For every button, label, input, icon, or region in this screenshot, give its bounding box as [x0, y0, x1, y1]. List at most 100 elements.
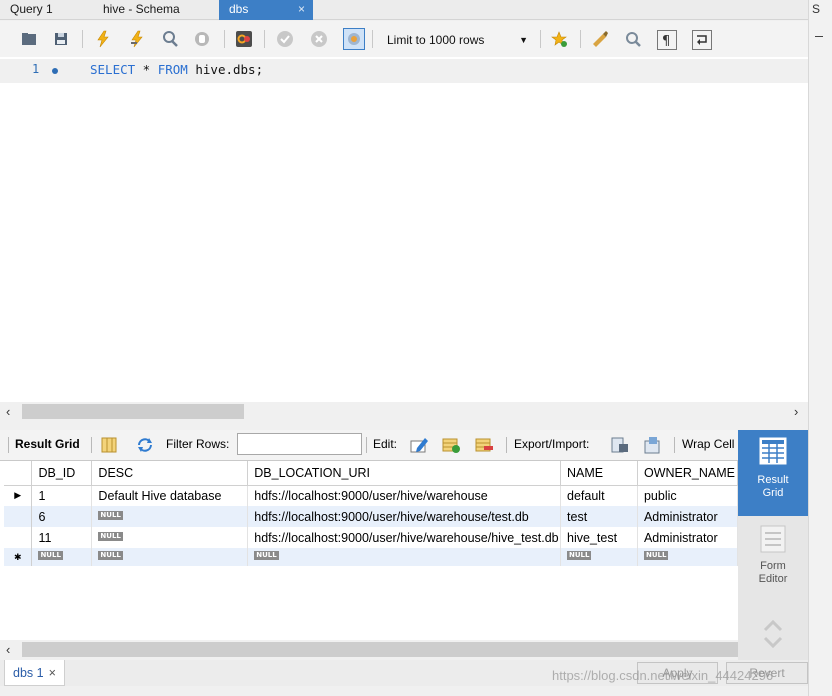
sql-statement[interactable]: SELECT * FROM hive.dbs; — [90, 62, 263, 77]
result-tab-dbs-1[interactable]: dbs 1 × — [4, 660, 65, 686]
invisible-chars-icon[interactable]: ¶ — [657, 30, 677, 50]
limit-rows-select[interactable]: Limit to 1000 rows ▼ — [380, 30, 540, 50]
null-badge: NULL — [98, 510, 123, 520]
editor-horizontal-scrollbar[interactable]: ‹ › — [0, 402, 808, 421]
word-wrap-icon[interactable] — [692, 30, 712, 50]
table-cell[interactable]: public — [637, 485, 739, 506]
column-header-db-id[interactable]: DB_ID — [31, 461, 93, 486]
open-folder-icon[interactable] — [20, 30, 38, 48]
table-cell[interactable]: 1 — [31, 485, 93, 506]
scrollbar-thumb[interactable] — [22, 404, 244, 419]
result-tab-label: dbs 1 — [13, 666, 44, 680]
line-number: 1 — [32, 62, 40, 76]
table-cell[interactable]: Administrator — [637, 527, 739, 548]
add-row-icon[interactable] — [441, 435, 461, 455]
filter-rows-input[interactable] — [237, 433, 362, 455]
result-grid: DB_ID DESC DB_LOCATION_URI NAME OWNER_NA… — [0, 460, 739, 640]
table-reference: hive.dbs; — [187, 62, 264, 77]
commit-icon[interactable] — [276, 30, 294, 48]
toolbar-separator — [264, 30, 265, 48]
close-tab-icon[interactable]: × — [298, 0, 305, 19]
scroll-left-icon[interactable]: ‹ — [6, 642, 10, 657]
toggle-error-icon[interactable] — [235, 30, 253, 48]
stop-icon[interactable] — [193, 30, 211, 48]
tab-hive-schema[interactable]: hive - Schema — [95, 0, 219, 20]
bookmark-icon[interactable] — [550, 30, 568, 48]
grid-icon — [758, 436, 788, 466]
new-row[interactable]: ✱ NULL NULL NULL NULL NULL — [4, 548, 739, 566]
edit-label: Edit: — [373, 437, 398, 451]
side-panel-dash — [815, 36, 823, 37]
form-editor-view-label: Form Editor — [758, 560, 788, 585]
table-cell[interactable]: Administrator — [637, 506, 739, 527]
result-grid-view-label: Result Grid — [757, 474, 789, 499]
statement-marker-icon — [52, 68, 58, 74]
select-star: * — [135, 62, 158, 77]
chevron-down-icon: ▼ — [519, 35, 528, 45]
sql-editor[interactable]: 1 SELECT * FROM hive.dbs; — [0, 57, 808, 402]
result-grid-view-button[interactable]: Result Grid — [738, 430, 808, 516]
table-cell[interactable]: NULL — [31, 548, 93, 566]
null-badge: NULL — [567, 551, 592, 560]
scroll-right-icon[interactable]: › — [794, 404, 798, 419]
table-cell[interactable]: NULL — [91, 548, 249, 566]
table-cell[interactable]: NULL — [91, 527, 249, 548]
table-header-row: DB_ID DESC DB_LOCATION_URI NAME OWNER_NA… — [4, 461, 739, 486]
refresh-icon[interactable] — [135, 435, 155, 455]
table-cell[interactable]: hive_test — [560, 527, 638, 548]
panel-scroll-icon[interactable] — [761, 616, 785, 652]
table-cell[interactable]: hdfs://localhost:9000/user/hive/warehous… — [247, 506, 562, 527]
table-cell[interactable]: hdfs://localhost:9000/user/hive/warehous… — [247, 485, 562, 506]
find-icon[interactable] — [624, 30, 642, 48]
sql-editor-toolbar: Limit to 1000 rows ▼ ¶ — [0, 21, 808, 57]
toolbar-separator — [366, 437, 367, 453]
toolbar-separator — [82, 30, 83, 48]
row-header — [4, 506, 33, 527]
table-cell[interactable]: NULL — [637, 548, 739, 566]
table-cell[interactable]: test — [560, 506, 638, 527]
table-cell[interactable]: 11 — [31, 527, 93, 548]
table-cell[interactable]: 6 — [31, 506, 93, 527]
form-icon — [758, 524, 788, 554]
column-header-owner-name[interactable]: OWNER_NAME — [637, 461, 739, 486]
export-import-label: Export/Import: — [514, 437, 590, 451]
table-row[interactable]: 6 NULL hdfs://localhost:9000/user/hive/w… — [4, 506, 739, 527]
import-icon[interactable] — [643, 435, 663, 455]
column-header-db-location-uri[interactable]: DB_LOCATION_URI — [247, 461, 562, 486]
close-icon[interactable]: × — [49, 666, 56, 680]
tab-dbs[interactable]: dbs × — [219, 0, 313, 20]
scroll-left-icon[interactable]: ‹ — [6, 404, 10, 419]
table-cell[interactable]: NULL — [247, 548, 562, 566]
table-cell[interactable]: Default Hive database — [91, 485, 249, 506]
autocommit-icon[interactable] — [343, 28, 365, 50]
rollback-icon[interactable] — [310, 30, 328, 48]
form-editor-view-button[interactable]: Form Editor — [738, 522, 808, 592]
beautify-icon[interactable] — [591, 30, 609, 48]
table-row[interactable]: 11 NULL hdfs://localhost:9000/user/hive/… — [4, 527, 739, 548]
table-row[interactable]: ▶ 1 Default Hive database hdfs://localho… — [4, 485, 739, 506]
row-header — [4, 527, 33, 548]
result-view-panel: Result Grid Form Editor — [738, 430, 808, 660]
column-header-desc[interactable]: DESC — [91, 461, 249, 486]
execute-current-icon[interactable] — [128, 30, 146, 48]
grid-horizontal-scrollbar[interactable]: ‹ — [0, 640, 738, 659]
execute-icon[interactable] — [94, 30, 112, 48]
explain-icon[interactable] — [161, 30, 179, 48]
save-icon[interactable] — [52, 30, 70, 48]
column-header-name[interactable]: NAME — [560, 461, 638, 486]
export-icon[interactable] — [610, 435, 630, 455]
scrollbar-thumb[interactable] — [22, 642, 738, 657]
table-cell[interactable]: hdfs://localhost:9000/user/hive/warehous… — [247, 527, 562, 548]
result-grid-label: Result Grid — [15, 437, 80, 451]
table-cell[interactable]: NULL — [91, 506, 249, 527]
column-toggle-icon[interactable] — [99, 435, 119, 455]
table-cell[interactable]: default — [560, 485, 638, 506]
tab-query-1[interactable]: Query 1 — [0, 0, 95, 20]
new-row-icon: ✱ — [4, 548, 33, 566]
delete-row-icon[interactable] — [474, 435, 494, 455]
toolbar-separator — [540, 30, 541, 48]
edit-row-icon[interactable] — [409, 435, 429, 455]
wrap-cell-content-label[interactable]: Wrap Cell Content: — [682, 437, 738, 451]
toolbar-separator — [580, 30, 581, 48]
table-cell[interactable]: NULL — [560, 548, 638, 566]
